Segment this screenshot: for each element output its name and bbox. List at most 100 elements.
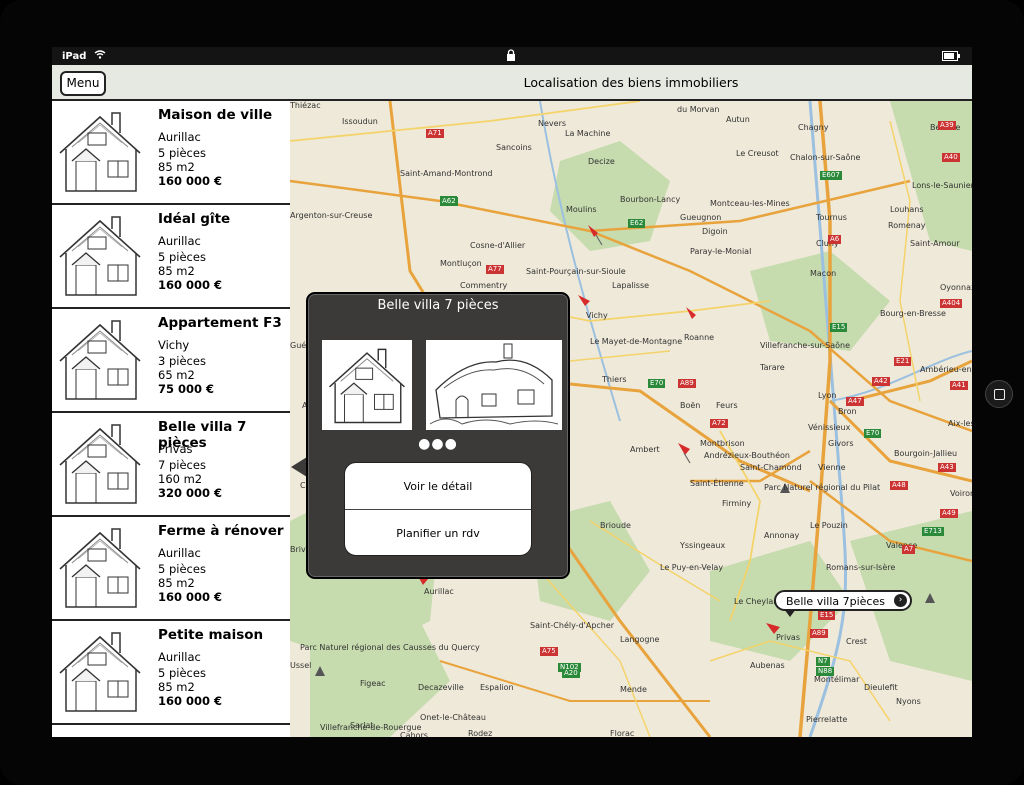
road-sign: E15 (830, 323, 848, 332)
popover-tail (291, 457, 307, 477)
road-sign: N88 (816, 667, 835, 676)
map-town-label: Feurs (716, 401, 738, 410)
road-sign: A89 (678, 379, 696, 388)
map-town-label: Louhans (890, 205, 924, 214)
map-town-label: Boën (680, 401, 701, 410)
map-callout[interactable]: Belle villa 7pièces › (774, 590, 912, 611)
map-pin[interactable] (686, 307, 696, 319)
house-sketch-icon (52, 103, 148, 199)
road-sign: A62 (440, 197, 458, 206)
house-sketch-icon (52, 519, 148, 615)
property-price: 160 000 € (158, 174, 223, 188)
map-town-label: Langogne (620, 635, 660, 644)
map-town-label: Moulins (566, 205, 597, 214)
map-town-label: Montluçon (440, 259, 482, 268)
map-town-label: Givors (828, 439, 854, 448)
map-town-label: Tournus (816, 213, 847, 222)
road-sign: A40 (942, 153, 960, 162)
callout-tail (784, 609, 796, 617)
road-sign: E70 (864, 429, 882, 438)
property-price: 320 000 € (158, 486, 223, 500)
property-rooms: 5 pièces (158, 666, 206, 680)
map-town-label: Aix-les (948, 419, 972, 428)
map-town-label: Argenton-sur-Creuse (290, 211, 373, 220)
map-town-label: Ambérieu-en-Bugey (920, 365, 972, 374)
map-town-label: Voiron (950, 489, 972, 498)
map-town-label: Montélimar (814, 675, 860, 684)
schedule-visit-button[interactable]: Planifier un rdv (345, 509, 531, 555)
map-town-label: Espalion (480, 683, 514, 692)
road-sign: A47 (846, 397, 864, 406)
map-town-label: Parc Naturel régional des Causses du Que… (300, 643, 480, 652)
map-town-label: Saint-Étienne (690, 479, 744, 488)
map-town-label: Andrézieux-Bouthéon (704, 451, 790, 460)
property-title: Appartement F3 (158, 315, 282, 331)
property-rooms: 5 pièces (158, 250, 206, 264)
property-drawing[interactable] (426, 340, 562, 430)
road-sign: A43 (938, 463, 956, 472)
map-town-label: Romenay (888, 221, 926, 230)
road-sign: E70 (648, 379, 666, 388)
property-city: Privas (158, 442, 193, 456)
map-town-label: Saint-Amand-Montrond (400, 169, 493, 178)
road-sign: N7 (816, 657, 830, 666)
property-area: 160 m2 (158, 472, 203, 486)
house-sketch-icon (52, 623, 148, 719)
map-town-label: Onet-le-Château (420, 713, 486, 722)
map-town-label: Bourgoin-Jallieu (894, 449, 958, 458)
road-sign: A20 (562, 669, 580, 678)
property-rooms: 5 pièces (158, 562, 206, 576)
map-town-label: Paray-le-Monial (690, 247, 752, 256)
property-title: Idéal gîte (158, 211, 231, 227)
map-town-label: Montceau-les-Mines (710, 199, 790, 208)
map-town-label: du Morvan (677, 105, 720, 114)
road-sign: A42 (872, 377, 890, 386)
road-sign: A71 (426, 129, 444, 138)
property-photo[interactable] (322, 340, 412, 430)
property-area: 85 m2 (158, 680, 195, 694)
popover-actions: Voir le détail Planifier un rdv (344, 462, 532, 556)
property-area: 85 m2 (158, 576, 195, 590)
property-price: 160 000 € (158, 278, 223, 292)
property-list-item[interactable]: Maison de ville Aurillac 5 pièces 85 m2 … (52, 101, 290, 205)
property-list-item[interactable]: Idéal gîte Aurillac 5 pièces 85 m2 160 0… (52, 205, 290, 309)
map-pin[interactable] (678, 443, 691, 464)
road-sign: A7 (902, 545, 916, 554)
property-list-item[interactable]: Belle villa 7 pièces Privas 7 pièces 160… (52, 413, 290, 517)
map-town-label: Sancoins (496, 143, 532, 152)
map-town-label: Macon (810, 269, 837, 278)
map-town-label: Cosne-d'Allier (470, 241, 526, 250)
map-town-label: Issoudun (342, 117, 378, 126)
road-sign: A48 (890, 481, 908, 490)
home-button[interactable] (985, 380, 1013, 408)
chevron-right-icon[interactable]: › (894, 594, 907, 607)
road-sign: A6 (828, 235, 842, 244)
map-town-label: Commentry (460, 281, 508, 290)
status-bar: iPad (52, 47, 972, 65)
map-town-label: Mende (620, 685, 647, 694)
callout-label: Belle villa 7pièces (786, 595, 885, 608)
road-sign: E15 (818, 611, 836, 620)
map-town-label: Bourg-en-Bresse (880, 309, 946, 318)
property-rooms: 3 pièces (158, 354, 206, 368)
property-price: 160 000 € (158, 694, 223, 708)
road-sign: A75 (540, 647, 558, 656)
menu-button[interactable]: Menu (60, 71, 106, 96)
map-town-label: Vénissieux (808, 423, 851, 432)
property-rooms: 7 pièces (158, 458, 206, 472)
map-town-label: Nyons (896, 697, 921, 706)
map-town-label: Autun (726, 115, 750, 124)
property-list-item[interactable]: Petite maison Aurillac 5 pièces 85 m2 16… (52, 621, 290, 725)
cottage-drawing-icon (429, 343, 559, 425)
map-town-label: Aubenas (750, 661, 785, 670)
property-city: Aurillac (158, 650, 201, 664)
property-list-item[interactable]: Ferme à rénover Aurillac 5 pièces 85 m2 … (52, 517, 290, 621)
property-city: Aurillac (158, 130, 201, 144)
property-list-item[interactable]: Appartement F3 Vichy 3 pièces 65 m2 75 0… (52, 309, 290, 413)
battery-icon (942, 51, 960, 61)
map-town-label: La Machine (565, 129, 611, 138)
view-detail-button[interactable]: Voir le détail (345, 463, 531, 509)
map-town-label: Romans-sur-Isère (826, 563, 896, 572)
map-town-label: Decize (588, 157, 615, 166)
map-header: Localisation des biens immobiliers (290, 65, 972, 101)
